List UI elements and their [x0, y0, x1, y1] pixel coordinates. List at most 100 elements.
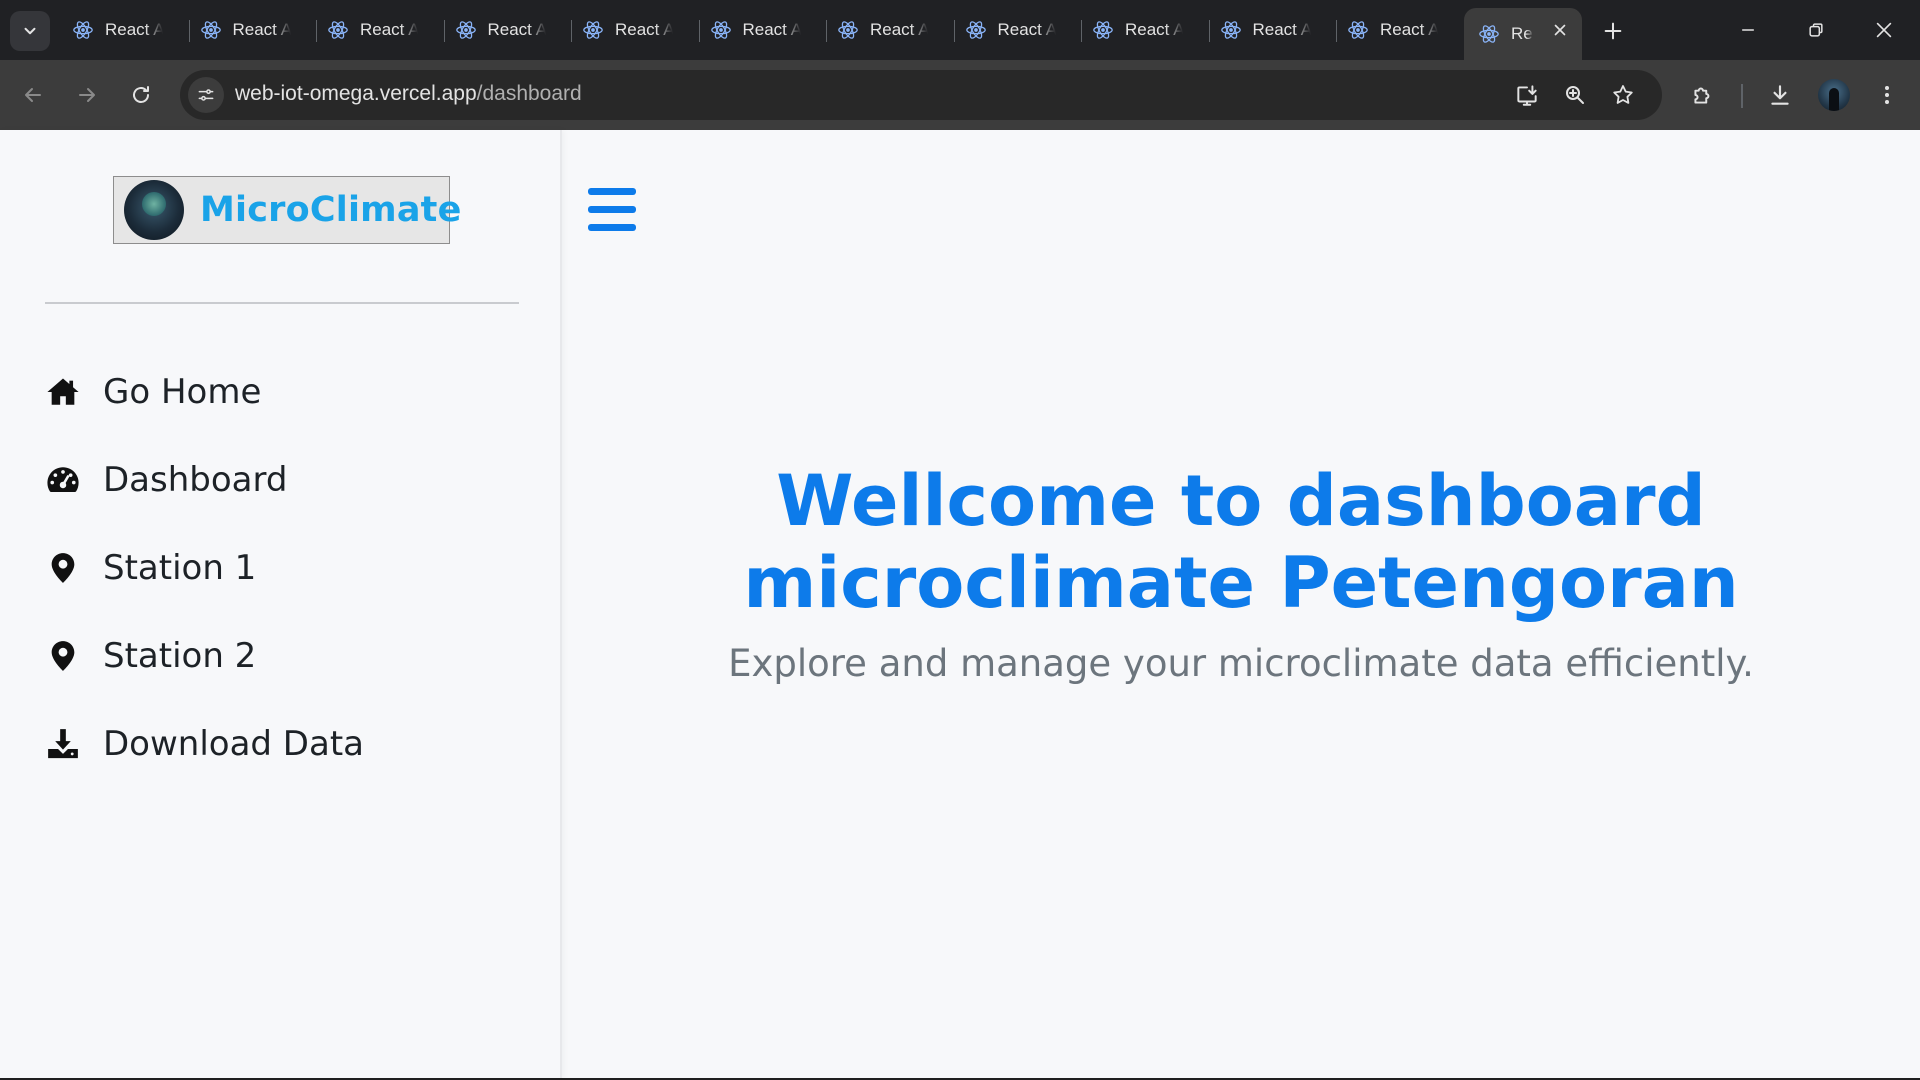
sidebar-item-station-1[interactable]: Station 1	[45, 524, 364, 612]
hero-section: Wellcome to dashboard microclimate Peten…	[562, 460, 1920, 685]
page-title-line-2: microclimate Petengoran	[743, 542, 1739, 624]
tab-title: React A	[232, 20, 291, 39]
star-icon	[1613, 85, 1633, 104]
tab-6[interactable]: React A	[700, 8, 828, 52]
tab-active[interactable]: React App	[1464, 8, 1582, 60]
tab-8[interactable]: React A	[955, 8, 1083, 52]
sidebar-divider	[45, 302, 519, 304]
reload-button[interactable]	[122, 76, 160, 114]
minimize-button[interactable]	[1728, 12, 1768, 48]
tab-11[interactable]: React A	[1337, 8, 1465, 52]
react-icon	[838, 21, 858, 39]
sidebar-item-dashboard[interactable]: Dashboard	[45, 436, 364, 524]
url-path: /dashboard	[476, 82, 582, 105]
react-icon	[583, 21, 603, 39]
download-icon	[1771, 85, 1789, 105]
tab-title: React A	[870, 20, 928, 39]
page-content: MicroClimate Go Home Dashboard Station 1…	[0, 130, 1920, 1080]
sidebar-item-download-data[interactable]: Download Data	[45, 700, 364, 788]
url-host: web-iot-omega.vercel.app	[235, 82, 477, 105]
close-window-button[interactable]	[1864, 12, 1904, 48]
install-app-button[interactable]	[1512, 80, 1542, 110]
react-icon	[455, 21, 476, 39]
restore-icon	[1809, 23, 1823, 37]
react-icon	[710, 21, 731, 39]
forward-button[interactable]	[68, 76, 106, 114]
zoom-in-icon	[1566, 86, 1584, 104]
new-tab-button[interactable]	[1598, 16, 1628, 46]
close-icon	[1554, 24, 1566, 36]
map-pin-icon	[45, 638, 81, 674]
sidebar-item-label: Go Home	[103, 372, 262, 412]
react-icon	[1348, 21, 1368, 39]
tab-title: React A	[487, 20, 546, 39]
tab-2[interactable]: React A	[190, 8, 318, 52]
tab-4[interactable]: React A	[445, 8, 573, 52]
tab-title: React A	[1125, 20, 1183, 39]
logo-badge	[124, 180, 184, 240]
tab-1[interactable]: React A	[62, 8, 190, 52]
puzzle-icon	[1694, 87, 1710, 104]
site-info-button[interactable]	[188, 77, 224, 113]
react-icon	[73, 21, 93, 39]
react-icon	[200, 21, 221, 39]
hamburger-bar	[588, 206, 636, 213]
sidebar: MicroClimate Go Home Dashboard Station 1…	[0, 130, 562, 1080]
tab-title: React A	[360, 20, 418, 39]
tab-list: React A React A React A React A React A React…	[62, 8, 1465, 52]
tab-title: React A	[615, 20, 673, 39]
react-icon	[328, 21, 348, 39]
zoom-button[interactable]	[1560, 80, 1590, 110]
sidebar-menu: Go Home Dashboard Station 1 Station 2 Do…	[45, 348, 364, 788]
tab-title: React A	[1380, 20, 1438, 39]
tune-icon	[198, 89, 214, 101]
tab-search-button[interactable]	[10, 11, 50, 51]
browser-menu-button[interactable]	[1870, 78, 1904, 112]
plus-icon	[1604, 22, 1622, 40]
arrow-left-icon	[25, 88, 41, 102]
tab-3[interactable]: React A	[317, 8, 445, 52]
logo[interactable]: MicroClimate	[113, 176, 461, 244]
url-text: web-iot-omega.vercel.app/dashboard	[235, 82, 582, 106]
page-title-line-1: Wellcome to dashboard	[776, 460, 1706, 542]
react-icon	[1093, 21, 1113, 39]
logo-text: MicroClimate	[200, 190, 462, 230]
tab-5[interactable]: React A	[572, 8, 700, 52]
arrow-right-icon	[79, 88, 95, 102]
bookmark-button[interactable]	[1608, 80, 1638, 110]
chevron-down-icon	[24, 27, 36, 35]
tab-9[interactable]: React A	[1082, 8, 1210, 52]
react-icon	[1220, 21, 1241, 39]
tab-title: React A	[105, 20, 163, 39]
hamburger-menu-button[interactable]	[588, 188, 636, 232]
downloads-button[interactable]	[1763, 78, 1797, 112]
sidebar-item-go-home[interactable]: Go Home	[45, 348, 364, 436]
kebab-menu-icon	[1885, 86, 1889, 104]
hamburger-bar	[588, 188, 636, 195]
tab-10[interactable]: React A	[1210, 8, 1338, 52]
page-subtitle: Explore and manage your microclimate dat…	[728, 642, 1754, 685]
map-pin-icon	[45, 550, 81, 586]
profile-avatar[interactable]	[1818, 79, 1850, 111]
toolbar-divider	[1741, 84, 1743, 108]
reload-icon	[133, 86, 149, 103]
tab-strip: React A React A React A React A React A React…	[0, 0, 1920, 60]
browser-toolbar: web-iot-omega.vercel.app/dashboard	[0, 60, 1920, 130]
tab-7[interactable]: React A	[827, 8, 955, 52]
restore-button[interactable]	[1796, 12, 1836, 48]
extensions-button[interactable]	[1686, 78, 1720, 112]
close-icon	[1876, 22, 1892, 38]
tab-title: React App	[1511, 24, 1533, 43]
sidebar-item-label: Download Data	[103, 724, 364, 764]
sidebar-item-label: Station 2	[103, 636, 257, 676]
minimize-icon	[1742, 29, 1754, 31]
sidebar-item-label: Station 1	[103, 548, 257, 588]
download-icon	[45, 726, 81, 762]
tab-title: React A	[997, 20, 1056, 39]
gauge-icon	[45, 462, 81, 498]
react-icon	[1479, 25, 1499, 43]
back-button[interactable]	[14, 76, 52, 114]
tab-close-button[interactable]	[1550, 20, 1570, 40]
address-bar[interactable]: web-iot-omega.vercel.app/dashboard	[180, 70, 1662, 120]
sidebar-item-station-2[interactable]: Station 2	[45, 612, 364, 700]
